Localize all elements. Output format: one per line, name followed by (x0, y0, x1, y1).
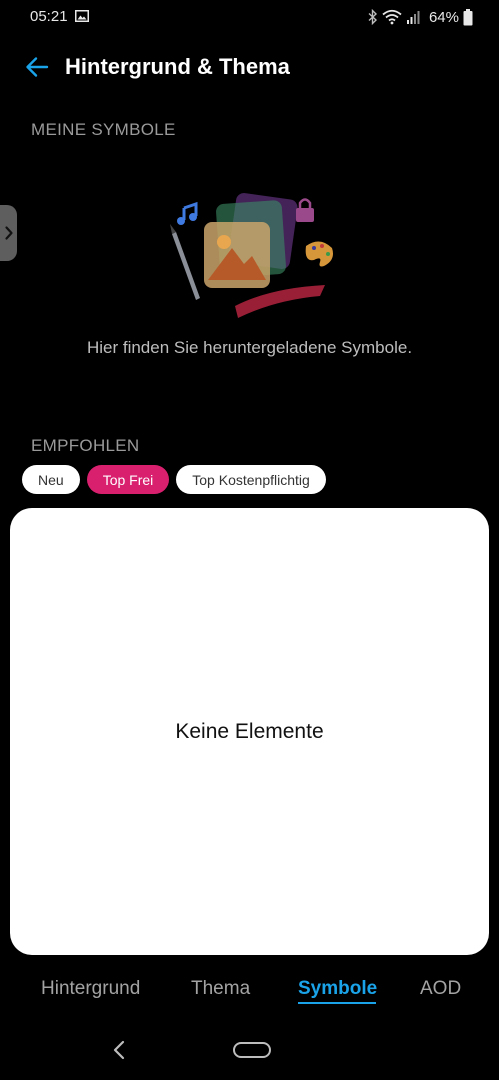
chevron-right-icon (4, 226, 13, 240)
no-items-label: Keine Elemente (175, 719, 324, 743)
screen: 05:21 64% Hintergrund & Thema MEINE SYMB… (0, 0, 499, 1080)
my-symbols-heading: MEINE SYMBOLE (31, 120, 176, 139)
header: Hintergrund & Thema (0, 44, 499, 88)
status-time: 05:21 (30, 8, 68, 25)
edge-panel-handle[interactable] (0, 205, 17, 261)
tab-aod[interactable]: AOD (420, 978, 461, 1000)
recommended-heading: EMPFOHLEN (31, 436, 140, 455)
battery-icon (463, 8, 473, 25)
signal-icon (406, 11, 420, 24)
nav-back-icon[interactable] (108, 1038, 132, 1062)
empty-symbols-text: Hier finden Sie heruntergeladene Symbole… (86, 338, 413, 357)
chip-top-paid[interactable]: Top Kostenpflichtig (176, 465, 326, 494)
chip-new[interactable]: Neu (22, 465, 80, 494)
chip-top-free[interactable]: Top Frei (86, 465, 170, 494)
status-bar: 05:21 64% (0, 0, 499, 34)
gallery-icon (75, 10, 89, 22)
back-arrow-icon[interactable] (22, 52, 52, 82)
tab-theme[interactable]: Thema (191, 978, 250, 1000)
tab-wallpaper[interactable]: Hintergrund (41, 978, 140, 1000)
bottom-tab-bar: Hintergrund Thema Symbole AOD (0, 972, 499, 1012)
empty-symbols-illustration (170, 193, 333, 318)
bluetooth-icon (368, 9, 377, 25)
battery-percent: 64% (428, 8, 459, 26)
status-icons: 64% (368, 7, 473, 27)
active-tab-indicator (298, 1002, 376, 1004)
filter-chip-row: Neu Top Frei Top Kostenpflichtig (22, 465, 326, 494)
nav-home-icon[interactable] (233, 1042, 271, 1058)
page-title: Hintergrund & Thema (65, 54, 290, 79)
tab-symbols[interactable]: Symbole (298, 978, 377, 1000)
recommended-content-card: Keine Elemente (10, 508, 489, 955)
wifi-icon (382, 9, 402, 25)
